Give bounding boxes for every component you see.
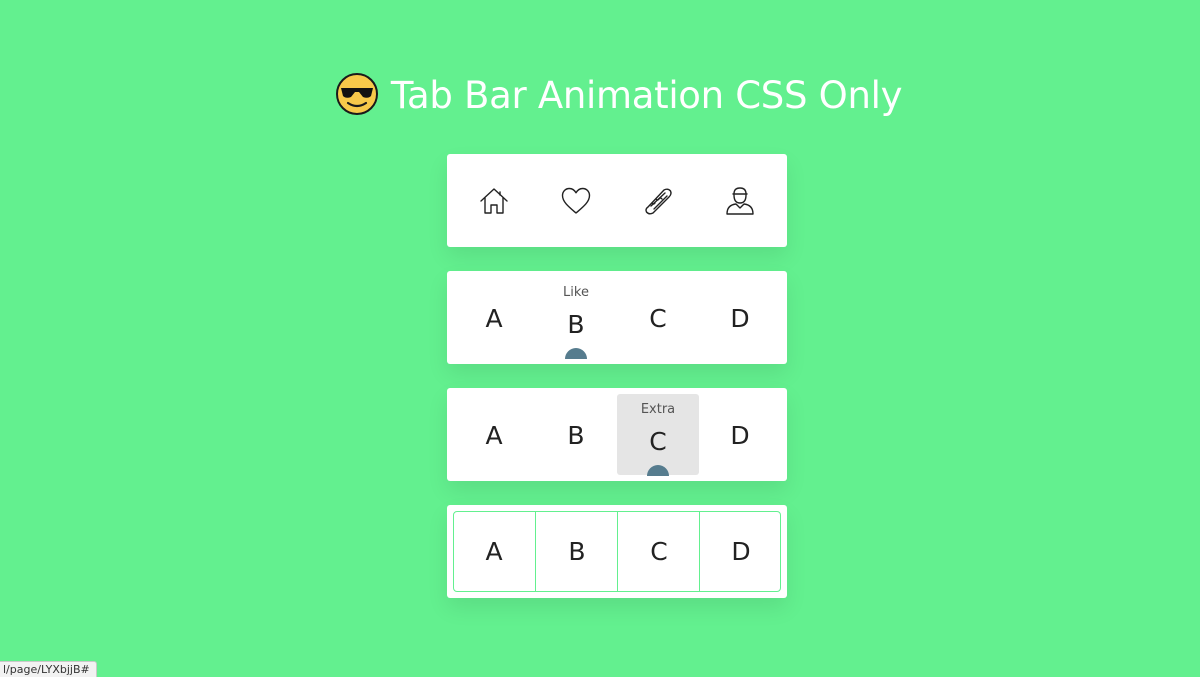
tab-hint: Extra <box>640 402 676 417</box>
icon-tab-bar <box>447 154 787 247</box>
tab-label: A <box>485 537 503 566</box>
tab-label: B <box>568 537 586 566</box>
tab-label: C <box>649 427 667 456</box>
tab-label: C <box>650 537 668 566</box>
tab-a[interactable]: A <box>453 271 535 364</box>
tab-label: B <box>567 310 585 339</box>
link-preview-status: l/page/LYXbjjB# <box>0 661 97 677</box>
tab-c[interactable]: C <box>617 511 699 592</box>
tab-label: B <box>567 421 585 450</box>
tab-label: D <box>730 421 750 450</box>
active-indicator <box>647 465 669 476</box>
tab-b[interactable]: B <box>535 511 617 592</box>
page-title-text: Tab Bar Animation CSS Only <box>390 74 903 117</box>
tab-profile[interactable] <box>699 154 781 247</box>
active-indicator <box>565 348 587 359</box>
tab-label: C <box>649 304 667 333</box>
tab-label: D <box>731 537 751 566</box>
tab-c-active[interactable]: Extra C <box>617 388 699 481</box>
tab-label: D <box>730 304 750 333</box>
tab-d[interactable]: D <box>699 511 781 592</box>
tab-label: A <box>485 421 503 450</box>
letter-tab-bar-extra: A B Extra C D <box>447 388 787 481</box>
tab-food[interactable] <box>617 154 699 247</box>
home-icon <box>478 185 510 217</box>
page-title: Tab Bar Animation CSS Only <box>0 68 1200 124</box>
hotdog-icon <box>642 185 674 217</box>
tab-d[interactable]: D <box>699 271 781 364</box>
user-icon <box>724 185 756 217</box>
tab-b-active[interactable]: Like B <box>535 271 617 364</box>
smiling-face-with-sunglasses-icon <box>335 72 379 116</box>
heart-icon <box>560 185 592 217</box>
tab-home[interactable] <box>453 154 535 247</box>
tab-like[interactable] <box>535 154 617 247</box>
tab-c[interactable]: C <box>617 271 699 364</box>
letter-tab-bar-bordered: A B C D <box>447 505 787 598</box>
tab-hint: Like <box>563 285 589 300</box>
letter-tab-bar-like: A Like B C D <box>447 271 787 364</box>
tab-a[interactable]: A <box>453 511 535 592</box>
tab-d[interactable]: D <box>699 388 781 481</box>
tab-b[interactable]: B <box>535 388 617 481</box>
tab-label: A <box>485 304 503 333</box>
tab-a[interactable]: A <box>453 388 535 481</box>
